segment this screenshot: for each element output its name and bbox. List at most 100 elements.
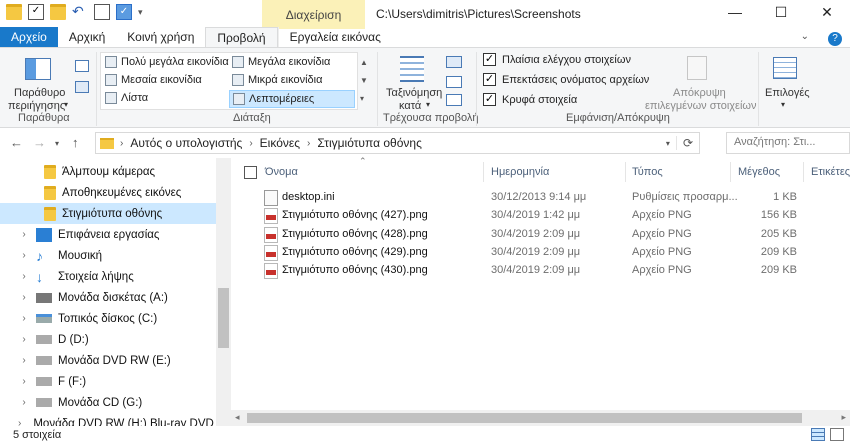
help-icon[interactable]: ? bbox=[820, 27, 850, 47]
address-bar[interactable]: › Αυτός ο υπολογιστής › Εικόνες › Στιγμι… bbox=[95, 132, 700, 154]
column-header-type[interactable]: Τύπος bbox=[632, 166, 663, 178]
select-all-checkbox[interactable] bbox=[244, 166, 257, 179]
address-dropdown-icon[interactable]: ▾ bbox=[660, 139, 676, 148]
chevron-right-icon[interactable]: › bbox=[18, 376, 30, 387]
column-divider[interactable] bbox=[625, 162, 626, 182]
column-header-name[interactable]: Όνομα bbox=[265, 166, 298, 178]
checkbox-checked-icon: ✓ bbox=[483, 53, 496, 66]
sort-by-button[interactable]: Ταξινόμηση κατά ▾ bbox=[382, 52, 444, 112]
minimize-button[interactable]: — bbox=[712, 0, 758, 27]
nav-item-local-disk-c[interactable]: › Τοπικός δίσκος (C:) bbox=[0, 308, 216, 329]
navigation-pane-icon[interactable] bbox=[75, 81, 89, 93]
layout-list[interactable]: Λίστα bbox=[105, 92, 148, 104]
hidden-items-toggle[interactable]: ✓ Κρυφά στοιχεία bbox=[483, 93, 577, 106]
nav-item-drive-f[interactable]: › F (F:) bbox=[0, 371, 216, 392]
close-button[interactable]: ✕ bbox=[804, 0, 850, 27]
search-input[interactable]: Αναζήτηση: Στι... bbox=[726, 132, 850, 154]
tab-home[interactable]: Αρχική bbox=[58, 27, 116, 47]
up-arrow-icon[interactable]: ↑ bbox=[72, 135, 79, 150]
chevron-right-icon[interactable]: › bbox=[18, 355, 30, 366]
options-button[interactable]: Επιλογές ▾ bbox=[763, 52, 810, 110]
tab-picture-tools[interactable]: Εργαλεία εικόνας bbox=[277, 27, 392, 47]
scroll-thumb[interactable] bbox=[247, 413, 802, 423]
chevron-right-icon[interactable]: › bbox=[18, 250, 30, 261]
breadcrumb-screenshots[interactable]: Στιγμιότυπα οθόνης bbox=[312, 136, 427, 150]
item-checkboxes-toggle[interactable]: ✓ Πλαίσια ελέγχου στοιχείων bbox=[483, 53, 631, 66]
hide-selected-items-button[interactable]: Απόκρυψη επιλεγμένων στοιχείων bbox=[643, 52, 756, 112]
layout-scroll-icon[interactable]: ▲ ▼ ▾ bbox=[360, 54, 368, 108]
nav-pane-scroll-thumb[interactable] bbox=[218, 288, 229, 348]
file-row[interactable]: Στιγμιότυπο οθόνης (428).png 30/4/2019 2… bbox=[261, 226, 821, 244]
file-row[interactable]: Στιγμιότυπο οθόνης (427).png 30/4/2019 1… bbox=[261, 207, 821, 225]
chevron-right-icon[interactable]: › bbox=[247, 138, 254, 149]
file-row[interactable]: Στιγμιότυπο οθόνης (429).png 30/4/2019 2… bbox=[261, 244, 821, 262]
chevron-right-icon[interactable]: › bbox=[18, 334, 30, 345]
back-arrow-icon[interactable]: ← bbox=[10, 135, 23, 150]
scroll-right-icon[interactable]: ▸ bbox=[841, 412, 846, 423]
properties-icon[interactable]: ✓ bbox=[28, 4, 44, 20]
nav-item-drive-d[interactable]: › D (D:) bbox=[0, 329, 216, 350]
file-extensions-toggle[interactable]: ✓ Επεκτάσεις ονόματος αρχείων bbox=[483, 73, 649, 86]
mark-icon[interactable] bbox=[94, 4, 110, 20]
details-view-icon[interactable] bbox=[811, 428, 825, 441]
layout-extra-large-icons[interactable]: Πολύ μεγάλα εικονίδια bbox=[105, 56, 229, 68]
group-by-icon[interactable] bbox=[446, 56, 462, 68]
tab-file[interactable]: Αρχείο bbox=[0, 27, 58, 47]
refresh-icon[interactable]: ⟳ bbox=[675, 136, 699, 150]
folder-icon[interactable] bbox=[6, 4, 22, 20]
column-header-date[interactable]: Ημερομηνία bbox=[491, 166, 549, 178]
preview-pane-button[interactable]: Παράθυρο περιήγησης ▾ bbox=[8, 52, 70, 112]
nav-item-saved-pictures[interactable]: Αποθηκευμένες εικόνες bbox=[0, 182, 216, 203]
nav-item-floppy[interactable]: › Μονάδα δισκέτας (A:) bbox=[0, 287, 216, 308]
column-divider[interactable] bbox=[730, 162, 731, 182]
nav-item-camera-roll[interactable]: Άλμπουμ κάμερας bbox=[0, 161, 216, 182]
file-size: 156 KB bbox=[760, 209, 797, 221]
layout-medium-icons[interactable]: Μεσαία εικονίδια bbox=[105, 74, 202, 86]
chevron-right-icon[interactable]: › bbox=[18, 292, 30, 303]
column-divider[interactable] bbox=[803, 162, 804, 182]
chevron-right-icon[interactable]: › bbox=[18, 397, 30, 408]
file-list-scrollbar[interactable]: ◂ ▸ bbox=[231, 410, 850, 426]
nav-item-music[interactable]: › ♪ Μουσική bbox=[0, 245, 216, 266]
nav-item-dvd-e[interactable]: › Μονάδα DVD RW (E:) bbox=[0, 350, 216, 371]
chevron-right-icon[interactable]: › bbox=[305, 138, 312, 149]
column-header-tags[interactable]: Ετικέτες bbox=[811, 166, 850, 178]
nav-item-label: Άλμπουμ κάμερας bbox=[62, 165, 156, 178]
file-row[interactable]: desktop.ini 30/12/2013 9:14 μμ Ρυθμίσεις… bbox=[261, 189, 821, 207]
details-pane-icon[interactable] bbox=[75, 60, 89, 72]
checkbox-label: Κρυφά στοιχεία bbox=[502, 93, 578, 106]
nav-item-label: Αποθηκευμένες εικόνες bbox=[62, 186, 182, 199]
nav-item-screenshots[interactable]: Στιγμιότυπα οθόνης bbox=[0, 203, 216, 224]
forward-arrow-icon[interactable]: → bbox=[33, 135, 46, 150]
customize-dropdown-icon[interactable]: ▾ bbox=[138, 7, 143, 18]
tab-view[interactable]: Προβολή bbox=[205, 27, 278, 47]
size-columns-icon[interactable] bbox=[446, 94, 462, 106]
scroll-left-icon[interactable]: ◂ bbox=[235, 412, 240, 423]
layout-large-icons[interactable]: Μεγάλα εικονίδια bbox=[232, 56, 330, 68]
ribbon-expand-icon[interactable]: ⌄ bbox=[790, 27, 820, 47]
undo-icon[interactable]: ↶ bbox=[72, 4, 88, 20]
tab-manage[interactable]: Διαχείριση bbox=[262, 0, 365, 29]
nav-item-cd-g[interactable]: › Μονάδα CD (G:) bbox=[0, 392, 216, 413]
chevron-right-icon[interactable]: › bbox=[118, 138, 125, 149]
recent-locations-icon[interactable]: ▾ bbox=[55, 139, 59, 148]
column-header-size[interactable]: Μέγεθος bbox=[738, 166, 780, 178]
add-columns-icon[interactable] bbox=[446, 76, 462, 88]
layout-details[interactable]: Λεπτομέρειες bbox=[229, 90, 355, 108]
music-icon: ♪ bbox=[36, 247, 43, 264]
chevron-right-icon[interactable]: › bbox=[18, 229, 30, 240]
column-divider[interactable] bbox=[483, 162, 484, 182]
large-icons-view-icon[interactable] bbox=[830, 428, 844, 441]
tab-share[interactable]: Κοινή χρήση bbox=[116, 27, 205, 47]
nav-item-downloads[interactable]: › ↓ Στοιχεία λήψης bbox=[0, 266, 216, 287]
maximize-button[interactable]: ☐ bbox=[758, 0, 804, 27]
check-icon[interactable]: ✓ bbox=[116, 4, 132, 20]
chevron-right-icon[interactable]: › bbox=[18, 271, 30, 282]
breadcrumb-pictures[interactable]: Εικόνες bbox=[255, 136, 305, 150]
breadcrumb-this-pc[interactable]: Αυτός ο υπολογιστής bbox=[125, 136, 247, 150]
layout-small-icons[interactable]: Μικρά εικονίδια bbox=[232, 74, 322, 86]
file-row[interactable]: Στιγμιότυπο οθόνης (430).png 30/4/2019 2… bbox=[261, 262, 821, 280]
nav-item-desktop[interactable]: › Επιφάνεια εργασίας bbox=[0, 224, 216, 245]
chevron-right-icon[interactable]: › bbox=[18, 313, 30, 324]
new-folder-icon[interactable] bbox=[50, 4, 66, 20]
